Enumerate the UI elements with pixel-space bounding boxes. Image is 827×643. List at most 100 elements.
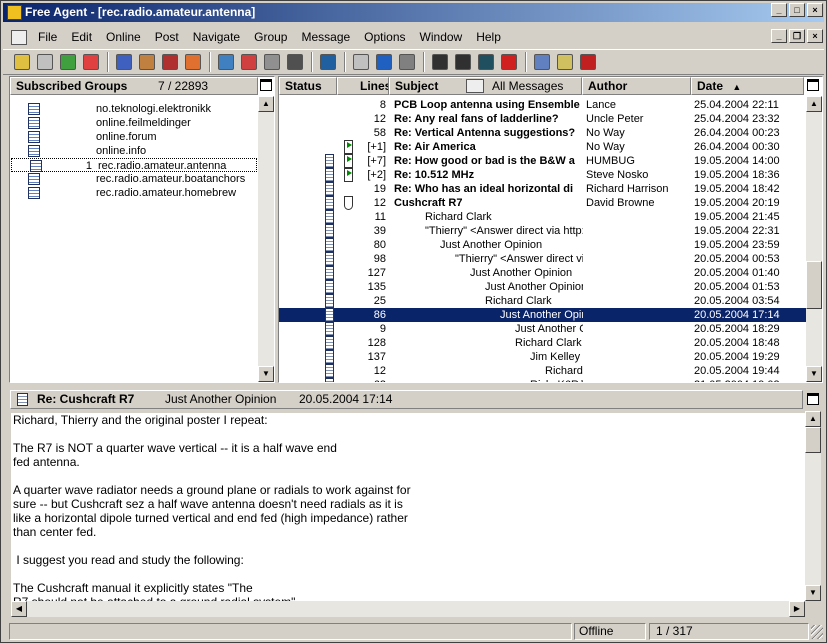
go-online-button[interactable]	[317, 52, 338, 73]
message-row[interactable]: 12 Re: Any real fans of ladderline? Uncle …	[279, 112, 806, 126]
message-row[interactable]: 137 Jim Kelley 20.05.2004 19:29	[279, 350, 806, 364]
message-row[interactable]: 11 Richard Clark 19.05.2004 21:45	[279, 210, 806, 224]
properties-button[interactable]	[350, 52, 371, 73]
get-body-button[interactable]	[215, 52, 236, 73]
message-row[interactable]: 80 Just Another Opinion 19.05.2004 23:59	[279, 238, 806, 252]
messages-scrollbar[interactable]: ▲ ▼	[806, 96, 822, 382]
scroll-left-button[interactable]: ◀	[11, 601, 27, 617]
message-author	[586, 378, 690, 382]
scroll-thumb[interactable]	[806, 261, 822, 309]
binoculars-icon[interactable]	[466, 79, 484, 93]
menu-post[interactable]: Post	[148, 30, 186, 44]
message-document-icon	[325, 280, 334, 294]
scroll-up-button[interactable]: ▲	[806, 96, 822, 112]
message-row[interactable]: 58 Re: Vertical Antenna suggestions? No Wa…	[279, 126, 806, 140]
col-status[interactable]: Status	[279, 77, 337, 95]
message-row[interactable]: [+1] Re: Air America No Way 26.04.2004 00:3…	[279, 140, 806, 154]
download-button[interactable]	[429, 52, 450, 73]
message-row[interactable]: 135 Just Another Opinion 20.05.2004 01:53	[279, 280, 806, 294]
group-item[interactable]: online.info	[10, 144, 256, 158]
menu-file[interactable]: File	[31, 30, 64, 44]
message-row[interactable]: 128 Richard Clark 20.05.2004 18:48	[279, 336, 806, 350]
groups-count: 7 / 22893	[158, 79, 209, 93]
message-row[interactable]: 25 Richard Clark 20.05.2004 03:54	[279, 294, 806, 308]
stop-button[interactable]	[577, 52, 598, 73]
scroll-right-button[interactable]: ▶	[789, 601, 805, 617]
col-subject[interactable]: Subject All Messages	[389, 77, 582, 95]
scroll-thumb[interactable]	[805, 427, 821, 453]
message-author	[586, 308, 690, 322]
keep-button[interactable]	[261, 52, 282, 73]
col-author[interactable]: Author	[582, 77, 691, 95]
menu-window[interactable]: Window	[413, 30, 470, 44]
size-grip[interactable]	[811, 625, 823, 639]
group-item[interactable]: rec.radio.amateur.homebrew	[10, 186, 256, 200]
groups-scrollbar[interactable]: ▲ ▼	[258, 96, 274, 382]
message-row[interactable]: 63 Rick, K6RJ 21.05.2004 19:03	[279, 378, 806, 382]
get-all-headers-button[interactable]	[34, 52, 55, 73]
body-hscrollbar[interactable]: ◀ ▶	[11, 601, 805, 617]
launch-button[interactable]	[531, 52, 552, 73]
maximize-button[interactable]: □	[789, 3, 805, 17]
message-row[interactable]: 8 PCB Loop antenna using Ensemble Lance 25.…	[279, 98, 806, 112]
menu-navigate[interactable]: Navigate	[186, 30, 247, 44]
message-body[interactable]: Richard, Thierry and the original poster…	[11, 413, 806, 601]
document-window-icon[interactable]	[11, 29, 27, 45]
mark-unread-button[interactable]	[182, 52, 203, 73]
message-date: 20.05.2004 19:29	[694, 351, 780, 363]
reply-both-button[interactable]	[136, 52, 157, 73]
find-button[interactable]	[452, 52, 473, 73]
scroll-down-button[interactable]: ▼	[806, 366, 822, 382]
close-button[interactable]: ×	[807, 3, 823, 17]
group-item[interactable]: no.teknologi.elektronikk	[10, 102, 256, 116]
message-row[interactable]: 39 "Thierry" <Answer direct via http:// 19…	[279, 224, 806, 238]
follow-up-button[interactable]	[113, 52, 134, 73]
reply-button[interactable]	[80, 52, 101, 73]
message-row[interactable]: 127 Just Another Opinion 20.05.2004 01:40	[279, 266, 806, 280]
message-row[interactable]: 12 Cushcraft R7 David Browne 19.05.2004 20:…	[279, 196, 806, 210]
scroll-up-button[interactable]: ▲	[805, 411, 821, 427]
menu-edit[interactable]: Edit	[64, 30, 99, 44]
lock-button[interactable]	[475, 52, 496, 73]
messages-maximize-button[interactable]	[807, 79, 819, 91]
col-date[interactable]: Date ▲	[691, 77, 804, 95]
save-button[interactable]	[284, 52, 305, 73]
group-item[interactable]: rec.radio.amateur.boatanchors	[10, 172, 256, 186]
body-scrollbar[interactable]: ▲ ▼	[805, 411, 821, 601]
message-row[interactable]: 9 Just Another Opini 20.05.2004 18:29	[279, 322, 806, 336]
group-name: online.feilmeldinger	[96, 117, 191, 129]
group-item[interactable]: 1 rec.radio.amateur.antenna	[11, 158, 257, 172]
delete-button[interactable]	[238, 52, 259, 73]
mark-read-button[interactable]	[159, 52, 180, 73]
message-view-header: Re: Cushcraft R7 Just Another Opinion 20…	[10, 390, 803, 409]
menu-message[interactable]: Message	[294, 30, 357, 44]
filter-label[interactable]: All Messages	[492, 78, 563, 94]
scroll-down-button[interactable]: ▼	[258, 366, 274, 382]
viewer-maximize-button[interactable]	[807, 393, 819, 405]
scroll-up-button[interactable]: ▲	[258, 96, 274, 112]
message-row[interactable]: 98 "Thierry" <Answer direct via h 20.05.20…	[279, 252, 806, 266]
scroll-down-button[interactable]: ▼	[805, 585, 821, 601]
menu-online[interactable]: Online	[99, 30, 148, 44]
group-item[interactable]: online.feilmeldinger	[10, 116, 256, 130]
ignore-button[interactable]	[498, 52, 519, 73]
get-new-headers-button[interactable]	[11, 52, 32, 73]
skip-thread-button[interactable]	[396, 52, 417, 73]
minimize-button[interactable]: _	[771, 3, 787, 17]
col-lines[interactable]: Lines	[337, 77, 389, 95]
groups-maximize-button[interactable]	[260, 79, 272, 91]
message-row[interactable]: [+2] Re: 10.512 MHz Steve Nosko 19.05.2004 …	[279, 168, 806, 182]
title-bar[interactable]: Free Agent - [rec.radio.amateur.antenna]	[3, 3, 824, 22]
message-row[interactable]: 86 Just Another Opinion 20.05.2004 17:14	[279, 308, 806, 322]
message-row[interactable]: 12 Richard Cla 20.05.2004 19:44	[279, 364, 806, 378]
menu-help[interactable]: Help	[469, 30, 508, 44]
group-item[interactable]: online.forum	[10, 130, 256, 144]
message-document-icon	[325, 224, 334, 238]
message-row[interactable]: [+7] Re: How good or bad is the B&W a HUMB…	[279, 154, 806, 168]
mark-thread-button[interactable]	[373, 52, 394, 73]
connect-button[interactable]	[554, 52, 575, 73]
post-new-button[interactable]	[57, 52, 78, 73]
message-row[interactable]: 19 Re: Who has an ideal horizontal di Rich…	[279, 182, 806, 196]
menu-group[interactable]: Group	[247, 30, 294, 44]
menu-options[interactable]: Options	[357, 30, 412, 44]
